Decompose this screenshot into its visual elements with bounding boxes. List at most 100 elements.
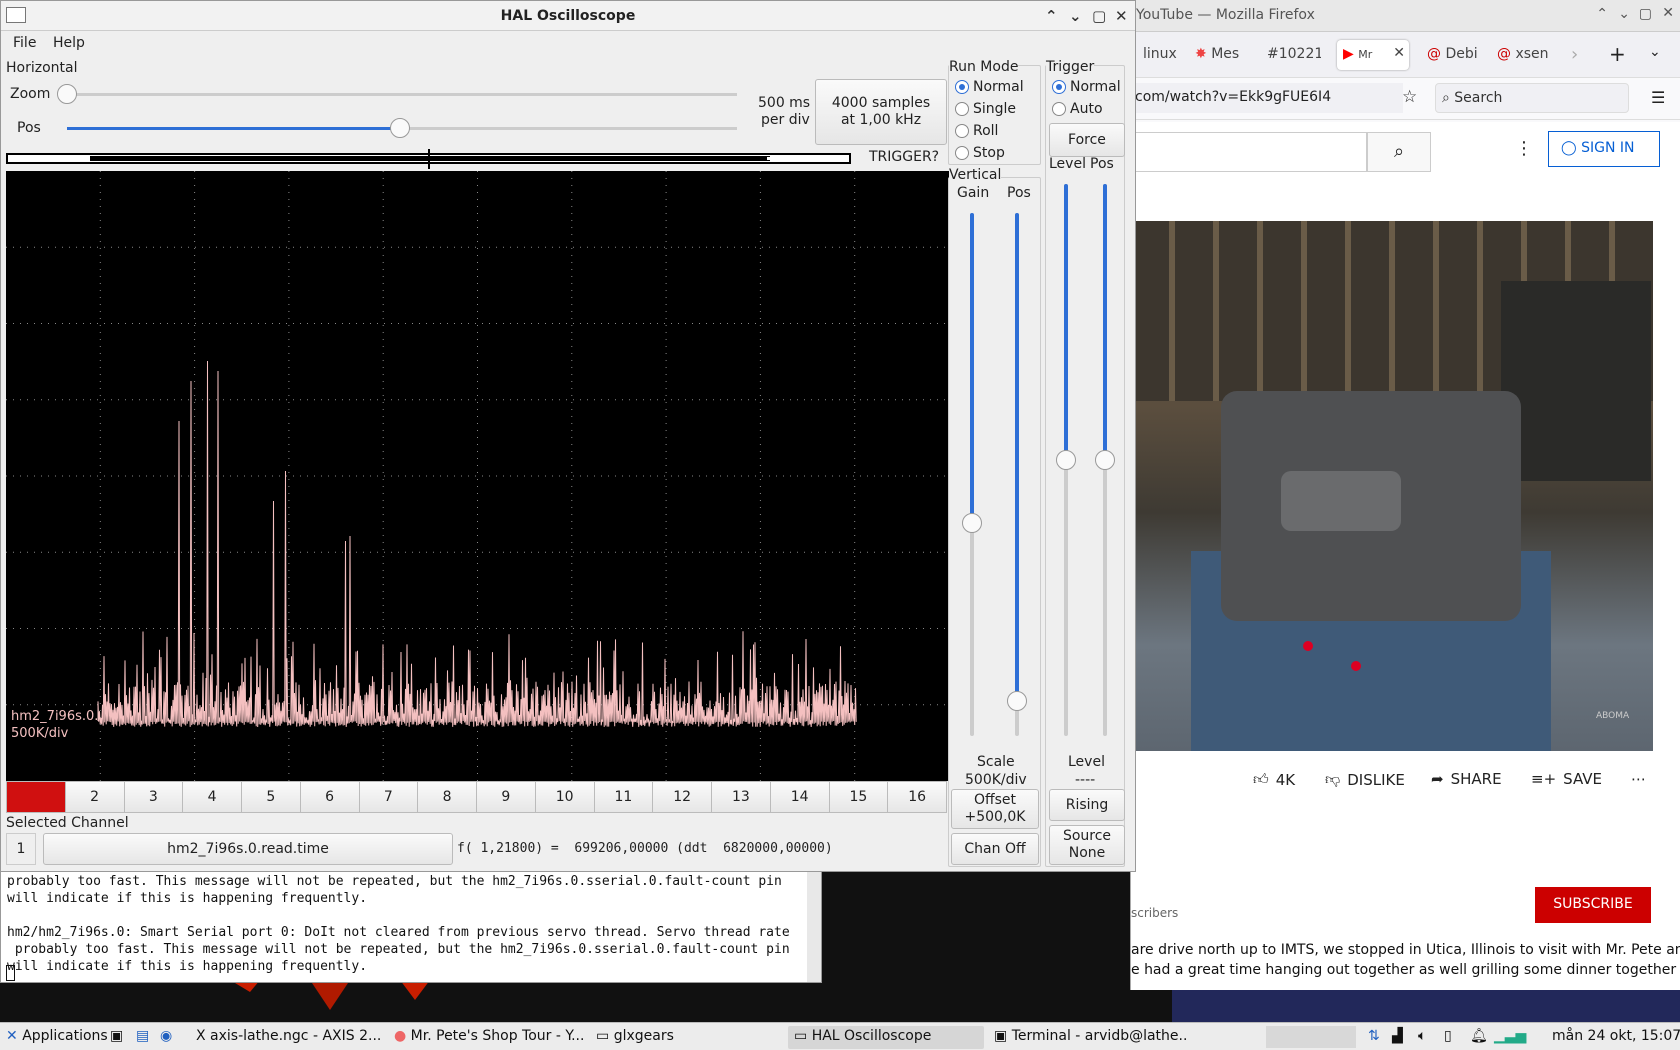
pos-slider-handle[interactable] (390, 118, 410, 138)
channel-button-3[interactable]: 3 (123, 781, 184, 813)
video-player[interactable]: ABOMA (1131, 221, 1653, 751)
browser-launcher-icon[interactable]: ◉ (154, 1026, 178, 1049)
minimize-icon[interactable]: ⌃ (1045, 7, 1058, 25)
run-mode-single[interactable]: Single (955, 101, 1016, 117)
tab-mesa[interactable]: ✸ Mes (1189, 40, 1255, 70)
zoom-slider-handle[interactable] (57, 84, 77, 104)
channel-button-13[interactable]: 13 (711, 781, 771, 813)
channel-button-4[interactable]: 4 (182, 781, 242, 813)
search-input[interactable]: ⌕ Search (1435, 83, 1629, 113)
menu-help[interactable]: Help (53, 35, 85, 51)
task-glxgears[interactable]: ▭ glxgears (590, 1026, 786, 1049)
close-icon[interactable]: ✕ (1115, 7, 1128, 25)
trigger-level-value: ---- (1075, 772, 1096, 788)
tab-youtube[interactable]: ▶ Mr ✕ (1337, 40, 1409, 70)
url-bar[interactable]: com/watch?v=Ekk9gFUE6I4 (1131, 83, 1403, 113)
task-firefox[interactable]: ● Mr. Pete's Shop Tour - Y... (388, 1026, 586, 1049)
channel-button-8[interactable]: 8 (417, 781, 477, 813)
tab-scroll-icon[interactable]: › (1571, 44, 1578, 65)
channel-button-2[interactable]: 2 (64, 781, 125, 813)
menu-icon[interactable]: ☰ (1651, 88, 1665, 107)
window-menu-icon[interactable] (6, 7, 26, 23)
menu-file[interactable]: File (13, 35, 36, 51)
dislike-button[interactable]: 👎︎ DISLIKE (1325, 770, 1405, 789)
samples-button[interactable]: 4000 samples at 1,00 kHz (815, 79, 947, 145)
applications-menu[interactable]: ✕ Applications (0, 1026, 114, 1049)
signal-icon[interactable]: ▟ (1386, 1026, 1409, 1049)
terminal-window[interactable]: probably too fast. This message will not… (0, 868, 822, 983)
bookmark-star-icon[interactable]: ☆ (1402, 87, 1417, 107)
youtube-icon: ▶ (1343, 46, 1354, 62)
task-hal-scope[interactable]: ▭ HAL Oscilloscope (788, 1026, 984, 1049)
channel-button-16[interactable]: 16 (887, 781, 947, 813)
tab-list-icon[interactable]: ⌄ (1649, 44, 1661, 60)
more-vert-icon[interactable]: ⋮ (1515, 138, 1533, 159)
close-icon[interactable]: ✕ (1662, 5, 1674, 21)
channel-button-5[interactable]: 5 (241, 781, 301, 813)
subscribe-button[interactable]: SUBSCRIBE (1535, 887, 1651, 923)
restore-icon[interactable]: ⌄ (1069, 7, 1082, 25)
sign-in-button[interactable]: ◯ SIGN IN (1548, 131, 1660, 167)
task-terminal[interactable]: ▣ Terminal - arvidb@lathe... (988, 1026, 1188, 1049)
volume-icon[interactable]: 🔈︎ (1412, 1026, 1432, 1049)
radio-icon (955, 146, 969, 160)
network-icon[interactable]: ⇅ (1362, 1026, 1386, 1049)
channel-button-14[interactable]: 14 (769, 781, 830, 813)
channel-button-15[interactable]: 15 (828, 781, 889, 813)
channel-button-10[interactable]: 10 (534, 781, 595, 813)
like-button[interactable]: 👍︎ 4K (1253, 770, 1295, 789)
record-window-end (767, 157, 773, 160)
tab-debian[interactable]: @ Debi (1421, 40, 1485, 70)
terminal-launcher-icon[interactable]: ▣ (104, 1026, 129, 1049)
force-button[interactable]: Force (1049, 123, 1125, 157)
workspace-switcher[interactable] (1266, 1026, 1356, 1048)
tab-10221[interactable]: #10221 (1261, 40, 1321, 70)
save-button[interactable]: ≡+ SAVE (1531, 770, 1602, 788)
maximize-icon[interactable]: ▢ (1092, 7, 1106, 25)
more-actions-icon[interactable]: ⋯ (1631, 770, 1646, 788)
chan-off-button[interactable]: Chan Off (951, 833, 1039, 865)
zoom-slider-track[interactable] (67, 93, 737, 96)
channel-button-1[interactable]: 1 (6, 781, 66, 813)
files-launcher-icon[interactable]: ▤ (130, 1026, 155, 1049)
trigger-normal[interactable]: Normal (1052, 79, 1121, 95)
minimize-icon[interactable]: ⌃ (1596, 6, 1608, 22)
yt-search-input[interactable] (1131, 132, 1367, 172)
scope-display[interactable]: hm2_7i96s.0. 500K/div (6, 171, 949, 781)
tab-linux[interactable]: linux (1137, 40, 1187, 70)
tab-close-icon[interactable]: ✕ (1393, 45, 1405, 61)
rising-button[interactable]: Rising (1049, 789, 1125, 821)
desktop-strip (1172, 990, 1680, 1022)
share-button[interactable]: ➦ SHARE (1431, 770, 1502, 788)
channel-button-9[interactable]: 9 (476, 781, 536, 813)
task-axis[interactable]: X axis-lathe.ngc - AXIS 2.... (190, 1026, 382, 1049)
channel-button-7[interactable]: 7 (358, 781, 419, 813)
vertical-pos-label: Pos (1007, 185, 1031, 201)
clock[interactable]: mån 24 okt, 15:07 (1546, 1026, 1680, 1049)
channel-pin-button[interactable]: hm2_7i96s.0.read.time (43, 833, 453, 865)
source-button[interactable]: Source None (1049, 825, 1125, 865)
run-mode-stop[interactable]: Stop (955, 145, 1005, 161)
run-mode-normal[interactable]: Normal (955, 79, 1024, 95)
restore-icon[interactable]: ⌄ (1618, 6, 1630, 22)
firefox-window: YouTube — Mozilla Firefox ⌃ ⌄ ▢ ✕ linux … (1130, 0, 1680, 990)
vpos-slider-handle[interactable] (1007, 691, 1027, 711)
maximize-icon[interactable]: ▢ (1639, 6, 1652, 22)
battery-icon[interactable]: ▯ (1438, 1026, 1458, 1049)
yt-search-icon[interactable]: ⌕ (1367, 132, 1431, 172)
channel-button-6[interactable]: 6 (299, 781, 360, 813)
tab-xsen[interactable]: @ xsen (1491, 40, 1561, 70)
trigger-pos-handle[interactable] (1095, 450, 1115, 470)
trigger-auto[interactable]: Auto (1052, 101, 1103, 117)
run-mode-roll[interactable]: Roll (955, 123, 998, 139)
terminal-scrollbar[interactable] (807, 869, 821, 982)
gain-slider-handle[interactable] (962, 513, 982, 533)
new-tab-icon[interactable]: + (1609, 42, 1626, 66)
record-position-bar[interactable] (6, 149, 851, 169)
trigger-level-handle[interactable] (1056, 450, 1076, 470)
run-mode-label: Run Mode (949, 59, 1019, 75)
offset-button[interactable]: Offset +500,0K (951, 789, 1039, 829)
xfce-icon: ✕ (6, 1028, 18, 1044)
channel-button-12[interactable]: 12 (652, 781, 712, 813)
channel-button-11[interactable]: 11 (593, 781, 654, 813)
